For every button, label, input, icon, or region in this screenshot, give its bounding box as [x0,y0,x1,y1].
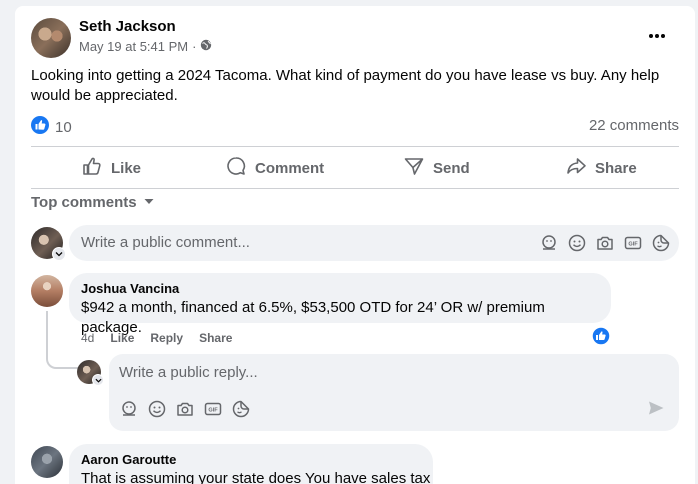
like-button[interactable]: Like [81,154,141,182]
commenter-avatar-joshua[interactable] [31,275,63,307]
comment-like-link[interactable]: Like [110,331,134,345]
sticker-icon[interactable] [651,233,671,253]
caret-down-icon [143,194,155,211]
comment-label: Comment [255,159,325,177]
like-reaction-icon [31,116,49,139]
reply-avatar-sticker-icon[interactable] [119,399,139,419]
comment-sort-label: Top comments [31,194,137,211]
post-timestamp[interactable]: May 19 at 5:41 PM [79,39,188,54]
comment-actions: 4d Like Reply Share [81,331,232,345]
post-card: Seth Jackson May 19 at 5:41 PM · Looking… [15,6,695,484]
thread-line [46,311,78,369]
comment-tools: GIF [539,233,671,253]
comment-sort-dropdown[interactable]: Top comments [31,194,155,211]
author-avatar[interactable] [31,18,71,58]
reply-gif-icon[interactable]: GIF [203,399,223,419]
comment-share-link[interactable]: Share [199,331,232,345]
comment-bubble-2: Aaron Garoutte That is assuming your sta… [69,444,433,484]
comment-count[interactable]: 22 comments [589,117,679,134]
account-switch-chevron-icon[interactable] [52,247,66,261]
reply-emoji-icon[interactable] [147,399,167,419]
emoji-icon[interactable] [567,233,587,253]
reply-sticker-icon[interactable] [231,399,251,419]
comment-button[interactable]: Comment [225,154,324,182]
like-count: 10 [55,119,72,136]
globe-icon [200,39,212,54]
divider-top [31,146,679,147]
reply-camera-icon[interactable] [175,399,195,419]
comment-input[interactable]: Write a public comment... GIF [69,225,679,261]
author-name[interactable]: Seth Jackson [79,18,176,35]
comment-like-reaction-icon[interactable] [591,326,611,351]
comment-time[interactable]: 4d [81,331,94,345]
comment-author-2[interactable]: Aaron Garoutte [81,452,421,467]
like-label: Like [111,159,142,177]
share-icon [565,155,587,181]
meta-separator: · [192,39,197,54]
reply-account-chevron-icon[interactable] [92,374,104,386]
commenter-avatar-aaron[interactable] [31,446,63,478]
thumbs-up-icon [81,155,103,181]
send-reply-icon[interactable] [647,399,665,421]
send-icon [403,155,425,181]
comment-reply-link[interactable]: Reply [150,331,183,345]
comment-text-2: That is assuming your state does You hav… [81,470,431,484]
comment-input-placeholder: Write a public comment... [81,234,250,251]
avatar-sticker-icon[interactable] [539,233,559,253]
share-label: Share [595,159,637,177]
svg-text:GIF: GIF [208,408,218,414]
post-meta: May 19 at 5:41 PM · [79,39,212,54]
comment-author[interactable]: Joshua Vancina [81,281,599,296]
post-text: Looking into getting a 2024 Tacoma. What… [31,67,660,104]
divider-bottom [31,188,679,189]
share-button[interactable]: Share [565,154,637,182]
reply-input-placeholder: Write a public reply... [119,364,258,381]
camera-icon[interactable] [595,233,615,253]
more-options-icon[interactable] [647,26,675,46]
gif-icon[interactable]: GIF [623,233,643,253]
comment-icon [225,155,247,181]
comment-bubble: Joshua Vancina $942 a month, financed at… [69,273,611,336]
reactions-summary[interactable]: 10 [31,116,72,139]
svg-text:GIF: GIF [628,242,638,248]
reply-tools: GIF [119,399,251,419]
send-label: Send [433,159,470,177]
send-button[interactable]: Send [403,154,470,182]
reply-input[interactable]: Write a public reply... GIF [109,354,679,431]
